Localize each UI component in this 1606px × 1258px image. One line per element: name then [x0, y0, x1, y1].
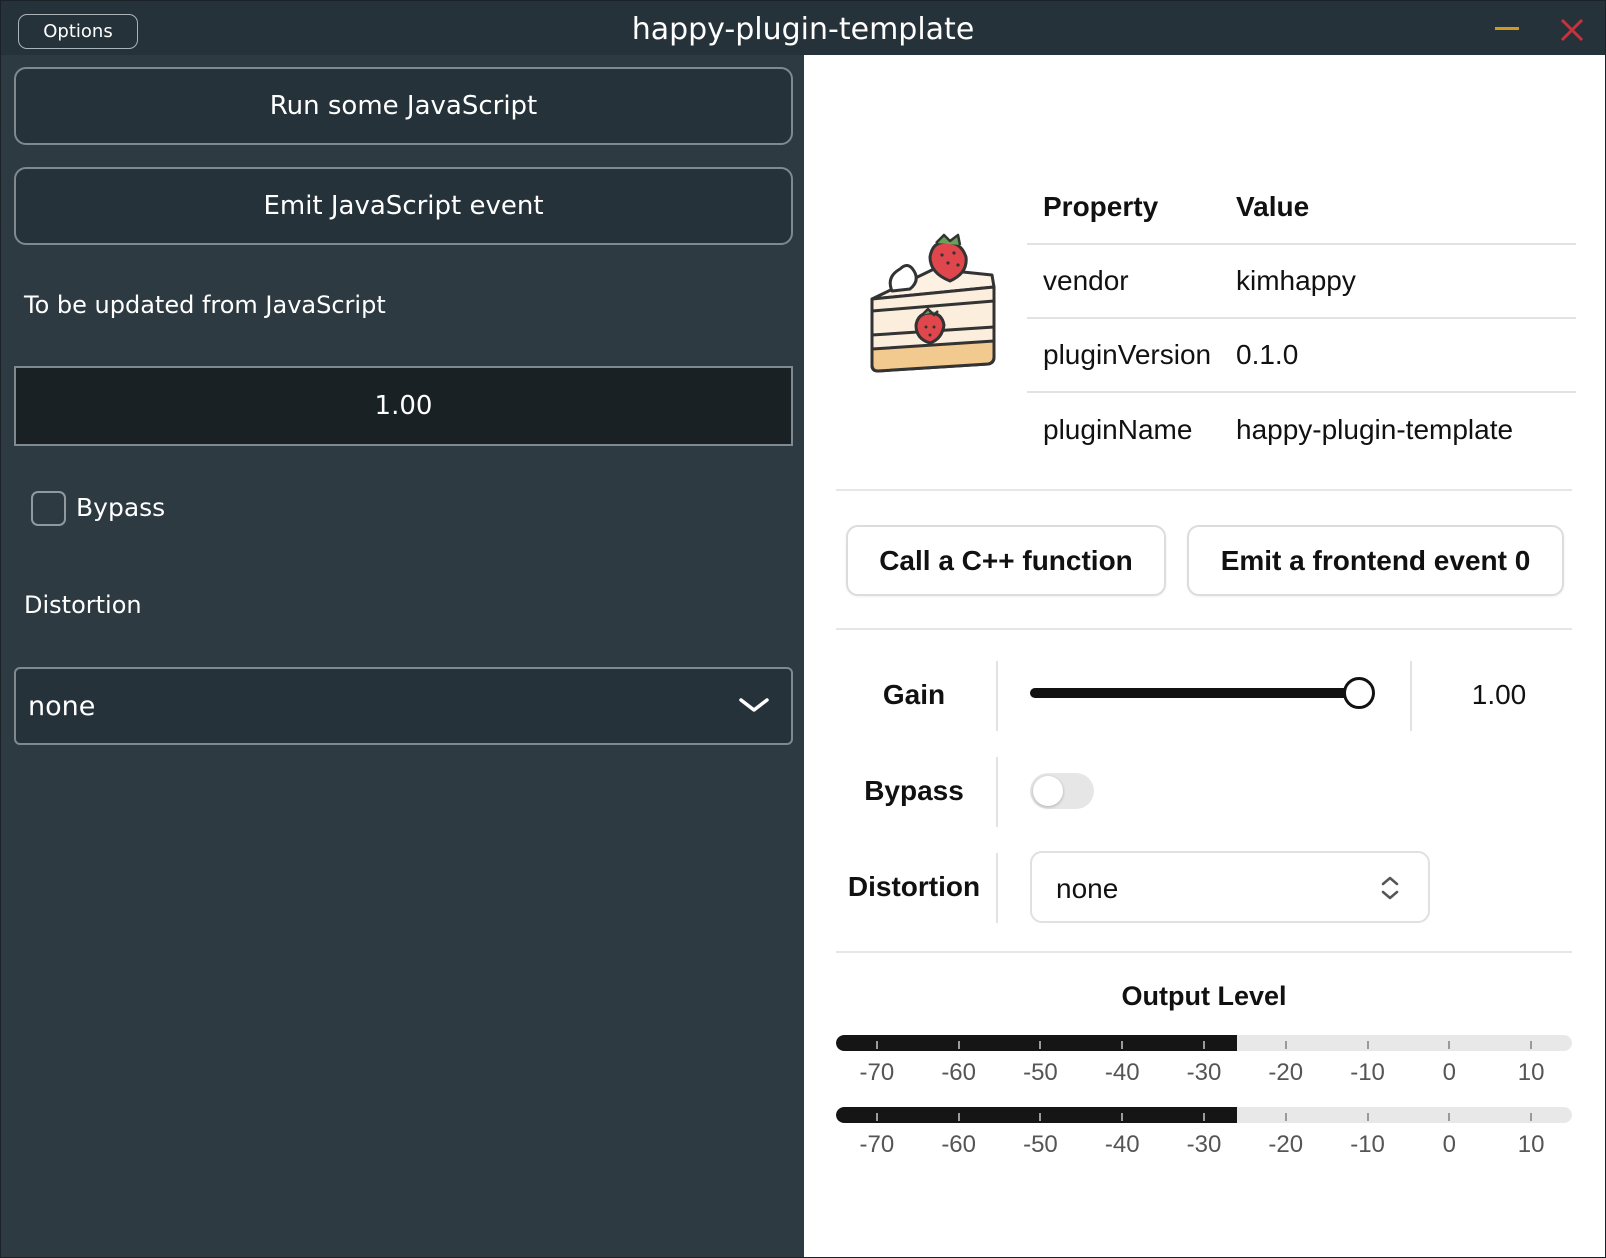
web-view-panel: Property Value vendor kimhappy pluginVer… [804, 55, 1605, 1257]
meter-tick [1284, 1041, 1287, 1049]
table-cell-value: happy-plugin-template [1236, 414, 1514, 445]
plugin-window: Options happy-plugin-template Run some J… [0, 0, 1606, 1258]
gain-label: Gain [882, 679, 946, 710]
call-cpp-function-button[interactable]: Call a C++ function [846, 525, 1166, 596]
meter-tick [957, 1113, 960, 1121]
js-updated-label: To be updated from JavaScript [24, 291, 386, 319]
emit-frontend-event-button[interactable]: Emit a frontend event 0 [1187, 525, 1564, 596]
meter-tick [1039, 1113, 1042, 1121]
gain-slider-fill [1030, 688, 1371, 698]
meter-scale-label: -30 [1186, 1059, 1222, 1086]
table-header-row: Property Value [1027, 171, 1576, 245]
table-cell-key: pluginVersion [1043, 339, 1212, 370]
bypass-checkbox[interactable] [31, 491, 66, 526]
run-javascript-button[interactable]: Run some JavaScript [14, 67, 793, 145]
table-row: pluginName happy-plugin-template [1027, 393, 1576, 467]
table-row: vendor kimhappy [1027, 245, 1576, 319]
section-divider [836, 489, 1572, 491]
meter-tick [1448, 1113, 1451, 1121]
gain-value: 1.00 [1471, 679, 1527, 710]
output-level-title: Output Level [1121, 981, 1287, 1011]
meter-scale-label: -60 [941, 1059, 976, 1086]
distortion-combobox-value: none [28, 691, 96, 722]
meter-tick [1530, 1113, 1533, 1121]
strawberry-cake-icon [870, 233, 996, 373]
meter-tick [875, 1041, 878, 1049]
meter-tick [1530, 1041, 1533, 1049]
meter-tick [1039, 1041, 1042, 1049]
bypass-toggle[interactable] [1030, 773, 1094, 809]
meter-tick [1284, 1113, 1287, 1121]
output-level-meter: -70 -60 -50 -40 -30 -20 -10 0 10 [836, 1107, 1572, 1167]
meter-scale-label: -70 [859, 1059, 895, 1086]
bypass-label: Bypass [864, 775, 964, 806]
js-updated-value: 1.00 [14, 366, 793, 446]
meter-scale-label: -40 [1104, 1059, 1140, 1086]
table-cell-key: pluginName [1043, 414, 1193, 445]
select-updown-icon [1381, 876, 1399, 900]
column-separator [996, 853, 998, 923]
meter-scale-label: -10 [1350, 1131, 1385, 1158]
meter-scale-label: -20 [1268, 1059, 1304, 1086]
section-divider [836, 951, 1572, 953]
table-cell-value: kimhappy [1236, 265, 1356, 296]
meter-scale-label: 0 [1442, 1059, 1456, 1086]
distortion-combobox[interactable]: none [14, 667, 793, 745]
meter-scale-label: 10 [1517, 1131, 1545, 1158]
meter-scale-label: -70 [859, 1131, 895, 1158]
meter-tick [1366, 1041, 1369, 1049]
distortion-label: Distortion [847, 871, 981, 902]
meter-fill [836, 1035, 1237, 1051]
bypass-toggle-knob [1033, 776, 1063, 806]
minimize-icon[interactable] [1495, 27, 1519, 30]
meter-fill [836, 1107, 1237, 1123]
meter-scale-label: -40 [1104, 1131, 1140, 1158]
meter-scale-label: -50 [1023, 1131, 1058, 1158]
meter-scale-label: -50 [1023, 1059, 1058, 1086]
meter-tick [1366, 1113, 1369, 1121]
table-cell-value: 0.1.0 [1236, 339, 1299, 370]
window-title: happy-plugin-template [631, 12, 975, 47]
bypass-checkbox-label[interactable]: Bypass [76, 493, 165, 522]
meter-tick [1203, 1041, 1205, 1049]
distortion-select-value: none [1056, 873, 1119, 904]
meter-tick [875, 1113, 878, 1121]
gain-slider-thumb[interactable] [1343, 677, 1375, 709]
meter-tick [1203, 1113, 1205, 1121]
meter-tick [1448, 1041, 1451, 1049]
distortion-select[interactable]: none [1030, 851, 1430, 923]
meter-scale-label: -10 [1350, 1059, 1385, 1086]
meter-scale-label: -20 [1268, 1131, 1304, 1158]
meter-scale-label: 0 [1442, 1131, 1456, 1158]
title-bar: Options happy-plugin-template [1, 1, 1605, 55]
column-separator [1410, 661, 1412, 731]
column-separator [996, 661, 998, 731]
section-divider [836, 628, 1572, 630]
column-separator [996, 757, 998, 827]
emit-javascript-event-button[interactable]: Emit JavaScript event [14, 167, 793, 245]
distortion-label: Distortion [24, 591, 142, 619]
table-header-property: Property [1043, 191, 1159, 222]
properties-table: Property Value vendor kimhappy pluginVer… [1027, 171, 1576, 467]
meter-tick [1121, 1041, 1124, 1049]
meter-tick [1121, 1113, 1124, 1121]
table-header-value: Value [1236, 191, 1310, 222]
options-button[interactable]: Options [18, 14, 138, 49]
meter-scale-label: -60 [941, 1131, 976, 1158]
gain-slider[interactable] [1030, 675, 1375, 711]
table-row: pluginVersion 0.1.0 [1027, 319, 1576, 393]
meter-tick [957, 1041, 960, 1049]
output-level-meter: -70 -60 -50 -40 -30 -20 -10 0 10 [836, 1035, 1572, 1095]
close-icon[interactable] [1559, 17, 1585, 43]
meter-scale-label: 10 [1517, 1059, 1545, 1086]
meter-scale-label: -30 [1186, 1131, 1222, 1158]
table-cell-key: vendor [1043, 265, 1129, 296]
chevron-down-icon [739, 698, 769, 712]
